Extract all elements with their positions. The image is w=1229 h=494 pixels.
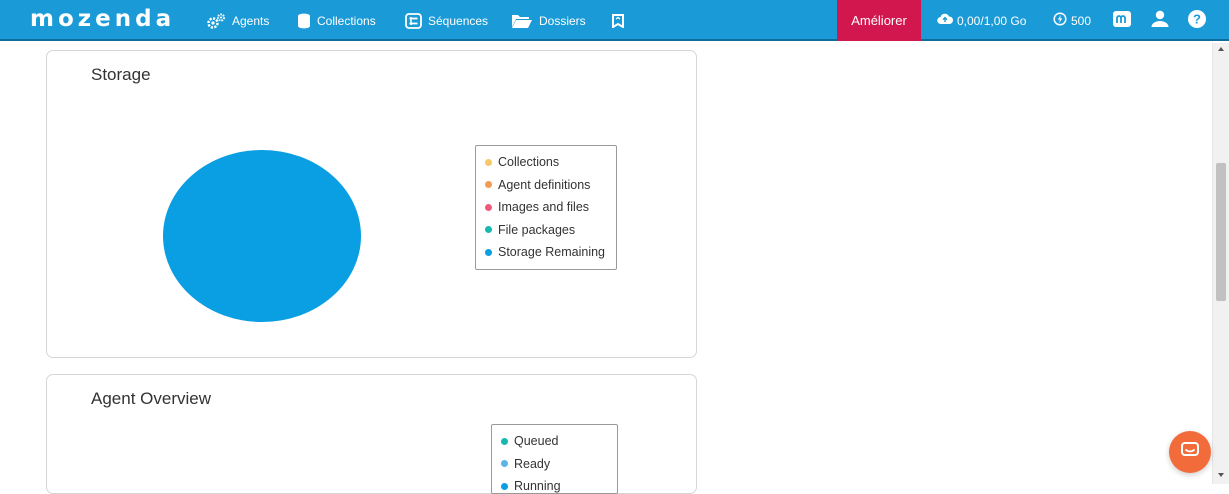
bookmark-icon: [612, 13, 624, 28]
nav-bookmark[interactable]: [612, 0, 624, 41]
folder-open-icon: [511, 13, 533, 29]
agent-overview-card: Agent Overview Queued Ready Running: [46, 374, 697, 494]
legend-item-queued[interactable]: Queued: [501, 430, 609, 453]
mozenda-app-button[interactable]: [1112, 0, 1132, 41]
scrollbar-thumb[interactable]: [1216, 163, 1226, 301]
user-icon: [1150, 10, 1170, 31]
legend-label-collections: Collections: [498, 155, 560, 170]
legend-item-collections[interactable]: Collections: [485, 151, 608, 174]
legend-item-file-packages[interactable]: File packages: [485, 219, 608, 242]
nav-folders-label: Dossiers: [539, 13, 586, 28]
storage-pie-chart: [163, 150, 361, 322]
nav-collections-label: Collections: [317, 13, 376, 28]
legend-label-file-packages: File packages: [498, 222, 576, 237]
top-navigation-bar: mozenda Agents Collections Séquences Dos…: [0, 0, 1229, 41]
storage-usage-indicator[interactable]: 0,00/1,00 Go: [937, 0, 1026, 41]
credits-icon: [1053, 12, 1067, 29]
svg-text:?: ?: [1193, 12, 1201, 27]
user-menu-button[interactable]: [1150, 0, 1170, 41]
cloud-upload-icon: [937, 13, 954, 28]
credits-indicator[interactable]: 500: [1053, 0, 1091, 41]
gears-icon: [206, 13, 226, 29]
legend-label-agent-definitions: Agent definitions: [498, 177, 591, 192]
page-scrollbar[interactable]: [1212, 43, 1229, 484]
agent-overview-card-title: Agent Overview: [91, 389, 211, 408]
legend-item-storage-remaining[interactable]: Storage Remaining: [485, 241, 608, 264]
legend-dot-images-and-files: [485, 203, 492, 211]
storage-card-title: Storage: [91, 65, 151, 84]
nav-sequences-label: Séquences: [428, 13, 489, 28]
database-icon: [297, 13, 311, 29]
legend-dot-queued: [501, 437, 508, 445]
help-button[interactable]: ?: [1187, 0, 1207, 41]
legend-item-images-and-files[interactable]: Images and files: [485, 196, 608, 219]
legend-item-agent-definitions[interactable]: Agent definitions: [485, 174, 608, 197]
sequence-icon: [405, 12, 422, 29]
mozenda-m-icon: [1112, 10, 1132, 31]
legend-dot-file-packages: [485, 226, 492, 234]
legend-dot-collections: [485, 158, 492, 166]
legend-dot-agent-definitions: [485, 181, 492, 189]
chat-launcher-button[interactable]: [1169, 431, 1211, 473]
help-icon: ?: [1187, 9, 1207, 32]
legend-label-ready: Ready: [514, 456, 551, 471]
legend-label-images-and-files: Images and files: [498, 200, 590, 215]
nav-agents-label: Agents: [232, 13, 270, 28]
chat-icon: [1180, 441, 1200, 464]
storage-legend: Collections Agent definitions Images and…: [475, 145, 617, 270]
nav-collections[interactable]: Collections: [297, 0, 376, 41]
scroll-up-arrow[interactable]: [1218, 47, 1224, 51]
storage-usage-text: 0,00/1,00 Go: [957, 13, 1027, 28]
storage-card: Storage Collections Agent definitions Im…: [46, 50, 697, 358]
scroll-down-arrow[interactable]: [1218, 473, 1224, 477]
mozenda-logo[interactable]: mozenda: [30, 6, 175, 32]
upgrade-button[interactable]: Améliorer: [837, 0, 921, 41]
legend-label-running: Running: [514, 479, 561, 494]
nav-folders[interactable]: Dossiers: [511, 0, 586, 41]
nav-sequences[interactable]: Séquences: [405, 0, 488, 41]
credits-count: 500: [1071, 13, 1092, 28]
legend-dot-ready: [501, 460, 508, 468]
legend-label-queued: Queued: [514, 434, 559, 449]
nav-agents[interactable]: Agents: [206, 0, 269, 41]
legend-dot-storage-remaining: [485, 248, 492, 256]
legend-label-storage-remaining: Storage Remaining: [498, 245, 606, 260]
legend-item-ready[interactable]: Ready: [501, 453, 609, 476]
pie-slice-storage-remaining[interactable]: [163, 150, 361, 322]
legend-item-running[interactable]: Running: [501, 475, 609, 494]
